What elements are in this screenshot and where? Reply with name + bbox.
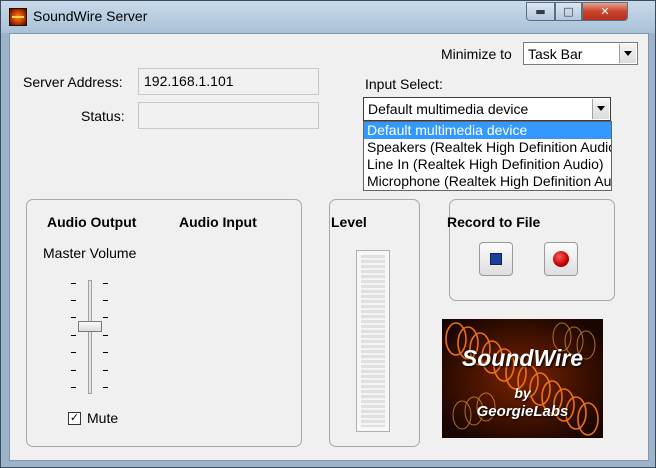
input-select-combobox[interactable]: Default multimedia device [363,97,611,121]
logo-company: GeorgieLabs [476,403,569,420]
audio-input-label[interactable]: Audio Input [179,214,257,230]
soundwire-logo: SoundWire by GeorgieLabs [442,319,603,438]
mute-label[interactable]: Mute [87,410,118,426]
stop-icon [490,253,502,265]
close-button[interactable]: ✕ [582,2,628,21]
logo-title: SoundWire [461,345,584,371]
dropdown-option[interactable]: Default multimedia device [364,122,611,139]
record-button[interactable] [544,242,578,276]
window-title: SoundWire Server [33,8,148,24]
logo-by: by [514,385,531,401]
minimize-to-label: Minimize to [441,46,512,62]
minimize-button[interactable]: ▬ [526,2,555,21]
chevron-down-icon[interactable] [592,99,609,119]
title-bar[interactable]: SoundWire Server ▬ □ ✕ [1,1,655,33]
level-meter [356,250,390,432]
audio-group [26,199,302,447]
server-address-label: Server Address: [23,74,123,90]
dropdown-option[interactable]: Microphone (Realtek High Definition Audi… [364,173,611,190]
maximize-button[interactable]: □ [555,2,582,21]
audio-output-label[interactable]: Audio Output [47,214,136,230]
volume-slider-thumb[interactable] [78,321,102,332]
minimize-to-value: Task Bar [528,46,583,62]
status-label: Status: [81,108,125,124]
chevron-down-icon[interactable] [619,44,636,63]
input-select-dropdown: Default multimedia device Speakers (Real… [363,121,612,191]
status-field [138,102,319,129]
dropdown-option[interactable]: Speakers (Realtek High Definition Audio) [364,139,611,156]
minimize-to-select[interactable]: Task Bar [523,42,638,65]
master-volume-label: Master Volume [43,245,137,261]
mute-checkbox[interactable]: ✓ [68,412,81,425]
soundwire-app-icon[interactable] [9,8,27,26]
master-volume-slider[interactable] [88,280,92,394]
level-label: Level [331,214,367,230]
record-icon [553,251,569,267]
stop-button[interactable] [479,242,513,276]
dropdown-option[interactable]: Line In (Realtek High Definition Audio) [364,156,611,173]
input-select-value: Default multimedia device [368,101,529,117]
record-to-file-label: Record to File [447,214,541,230]
input-select-label: Input Select: [365,76,443,92]
app-window: SoundWire Server ▬ □ ✕ Minimize to Task … [0,0,656,468]
client-area: Minimize to Task Bar Server Address: 192… [9,33,649,461]
server-address-field[interactable]: 192.168.1.101 [138,68,319,95]
